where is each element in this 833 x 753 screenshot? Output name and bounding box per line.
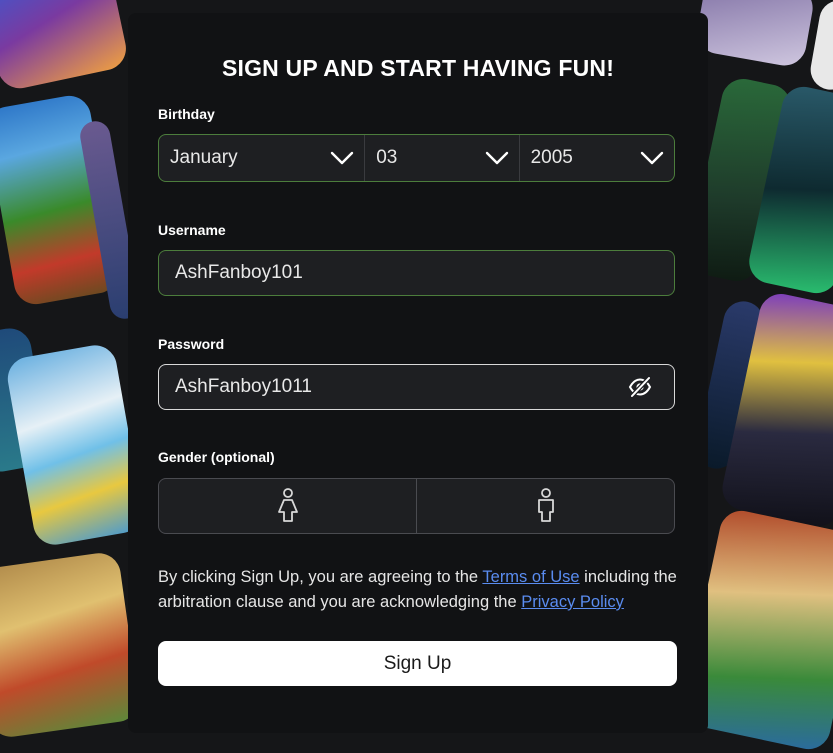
legal-text-start: By clicking Sign Up, you are agreeing to… [158, 568, 483, 586]
gender-label: Gender (optional) [158, 449, 275, 465]
birthday-selects: January 03 2005 [158, 134, 675, 182]
password-value: AshFanboy1011 [175, 376, 312, 397]
username-label: Username [158, 222, 226, 238]
day-select[interactable]: 03 [365, 135, 520, 181]
chevron-down-icon [330, 151, 354, 165]
password-label: Password [158, 336, 225, 352]
month-select[interactable]: January [159, 135, 366, 181]
game-thumbnail [4, 341, 146, 549]
month-value: January [170, 147, 238, 168]
eye-off-icon[interactable] [628, 376, 652, 398]
signup-card: SIGN UP AND START HAVING FUN! Birthday J… [128, 13, 708, 733]
game-thumbnail [0, 0, 131, 93]
game-thumbnail [693, 0, 817, 69]
username-input[interactable]: AshFanboy101 [158, 250, 675, 296]
year-select[interactable]: 2005 [520, 135, 674, 181]
year-value: 2005 [530, 147, 573, 168]
password-input[interactable]: AshFanboy1011 [158, 364, 675, 410]
sign-up-button[interactable]: Sign Up [158, 641, 677, 686]
terms-of-use-link[interactable]: Terms of Use [482, 568, 579, 586]
gender-female-button[interactable] [159, 479, 416, 533]
chevron-down-icon [485, 151, 508, 165]
gender-selector [158, 478, 675, 534]
male-icon [537, 488, 554, 522]
day-value: 03 [376, 147, 398, 168]
female-icon [277, 488, 298, 522]
legal-notice: By clicking Sign Up, you are agreeing to… [158, 565, 688, 615]
chevron-down-icon [640, 151, 664, 165]
privacy-policy-link[interactable]: Privacy Policy [521, 593, 624, 611]
page-title: SIGN UP AND START HAVING FUN! [221, 55, 615, 81]
gender-male-button[interactable] [416, 479, 674, 533]
birthday-label: Birthday [158, 106, 215, 122]
username-value: AshFanboy101 [175, 262, 303, 283]
game-thumbnail [0, 550, 142, 740]
